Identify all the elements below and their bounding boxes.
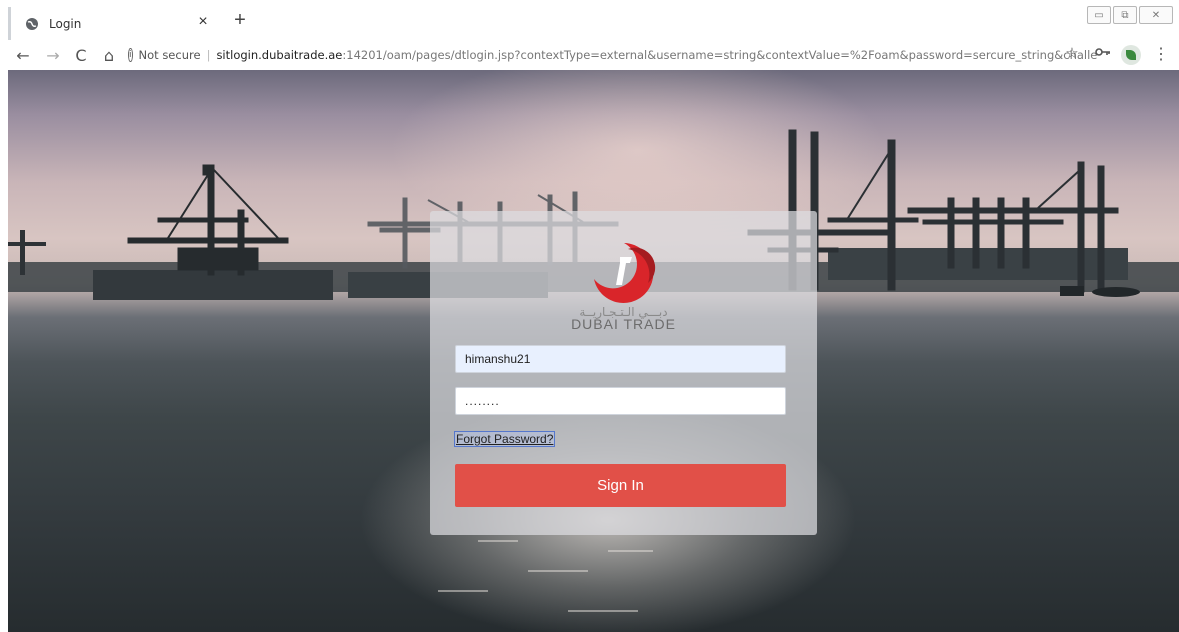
info-icon[interactable]: i (128, 48, 133, 62)
tab-close-icon[interactable]: × (194, 13, 212, 31)
username-input[interactable] (455, 345, 786, 373)
minimize-button[interactable]: ▭ (1087, 6, 1111, 24)
login-card: دبـــي الـتـجـاريــة DUBAI TRADE Forgot … (430, 211, 817, 535)
new-tab-button[interactable]: + (230, 9, 250, 32)
back-button[interactable]: ← (12, 44, 34, 66)
browser-toolbar: ← → C ⌂ i Not secure | sitlogin.dubaitra… (0, 40, 1179, 70)
key-icon[interactable] (1093, 46, 1113, 60)
tab-login[interactable]: Login × (8, 7, 222, 40)
login-page-background: دبـــي الـتـجـاريــة DUBAI TRADE Forgot … (8, 70, 1179, 632)
close-window-button[interactable]: ✕ (1139, 6, 1173, 24)
address-bar[interactable]: i Not secure | sitlogin.dubaitrade.ae :1… (128, 43, 1098, 67)
kebab-menu-icon[interactable]: ⋮ (1153, 44, 1169, 64)
logo-name-text: DUBAI TRADE (571, 316, 676, 332)
security-label[interactable]: Not secure (139, 48, 201, 62)
window-controls: ▭ ⧉ ✕ (1087, 6, 1173, 24)
forgot-password-link[interactable]: Forgot Password? (454, 431, 556, 447)
address-separator: | (206, 48, 211, 62)
sign-in-button[interactable]: Sign In (455, 464, 786, 507)
home-button[interactable]: ⌂ (98, 44, 120, 66)
url-path[interactable]: :14201/oam/pages/dtlogin.jsp?contextType… (342, 48, 1098, 62)
forward-button[interactable]: → (42, 44, 64, 66)
globe-icon (26, 17, 38, 30)
password-input[interactable] (455, 387, 786, 415)
browser-tab-strip: Login × + ▭ ⧉ ✕ (0, 0, 1179, 40)
leaf-icon (1126, 50, 1136, 60)
url-host[interactable]: sitlogin.dubaitrade.ae (216, 48, 342, 62)
star-icon[interactable]: ☆ (1062, 44, 1082, 62)
tab-title: Login (49, 16, 82, 31)
maximize-button[interactable]: ⧉ (1113, 6, 1137, 24)
extension-icon[interactable] (1121, 45, 1141, 65)
reload-button[interactable]: C (70, 44, 92, 66)
